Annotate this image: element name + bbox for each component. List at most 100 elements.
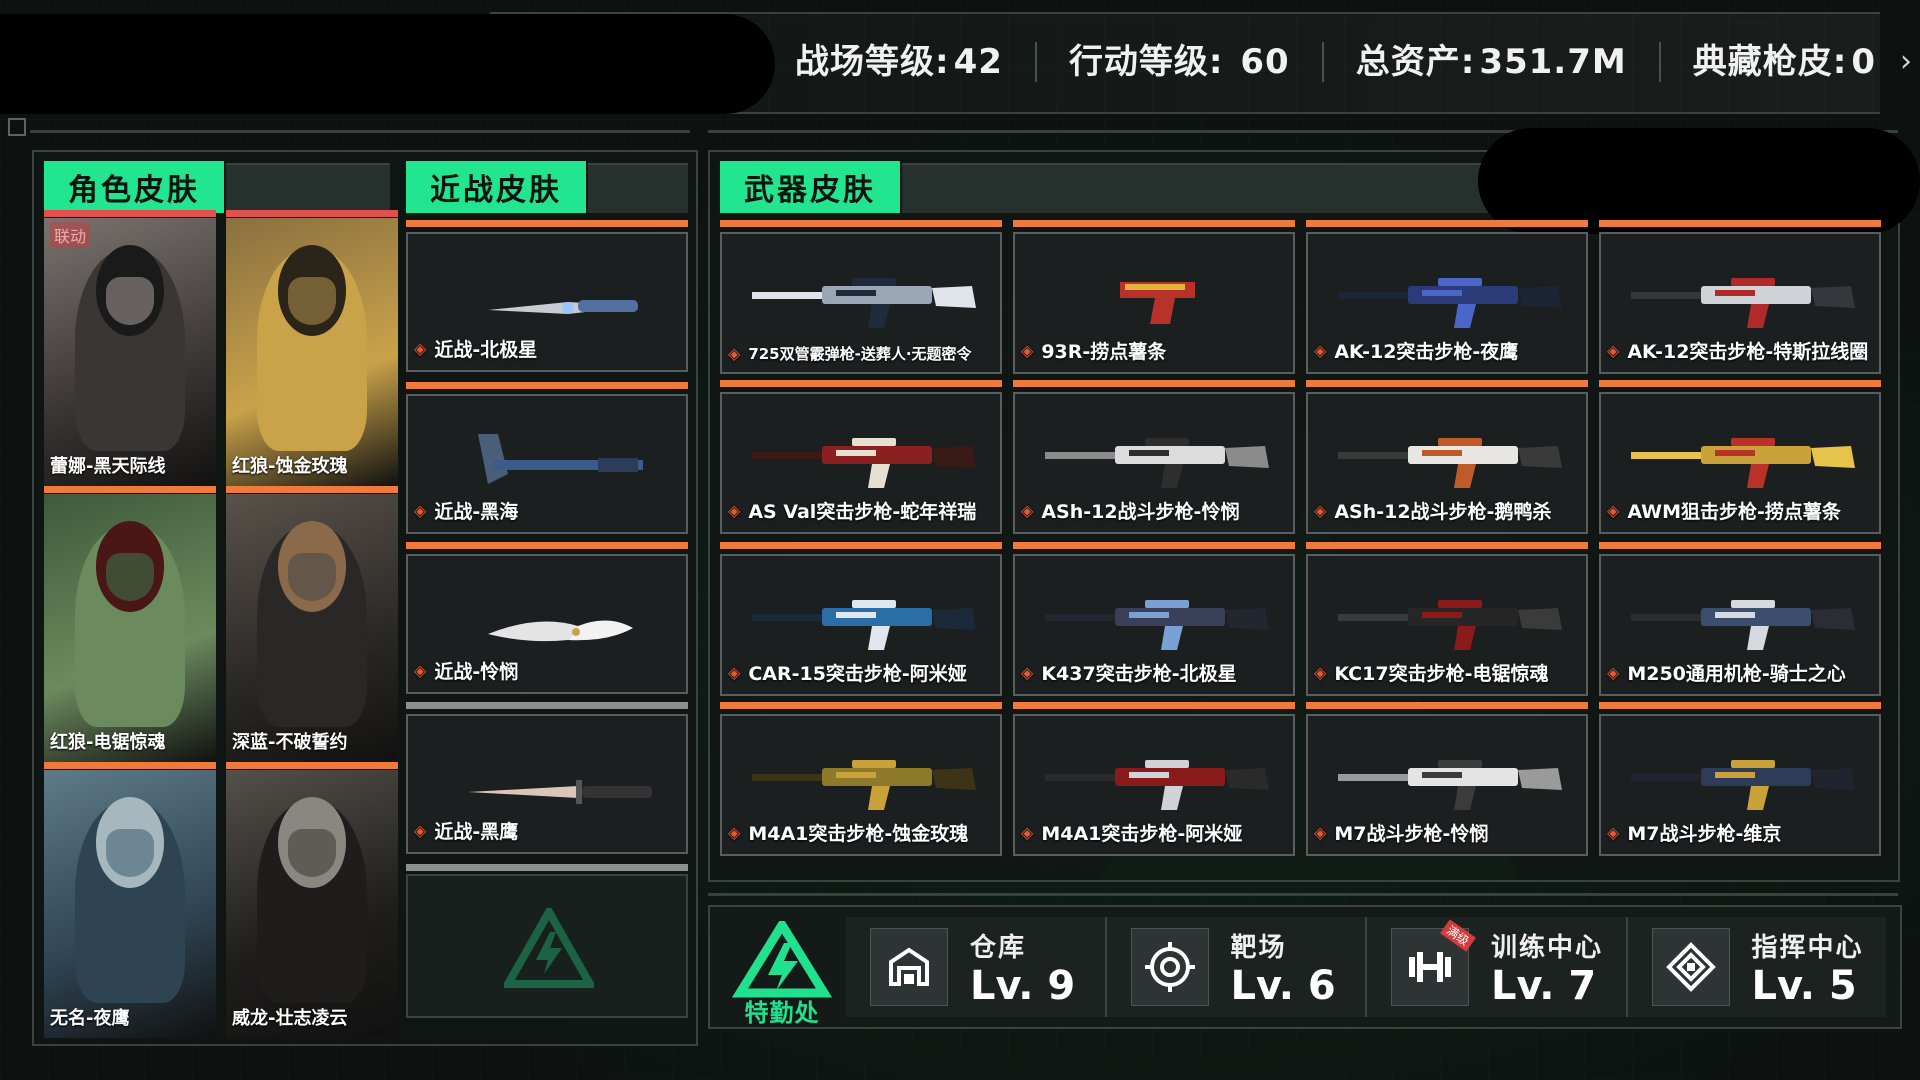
divider-line xyxy=(30,130,690,133)
rarity-stripe xyxy=(1013,220,1295,227)
character-skin-name: 蕾娜-黑天际线 xyxy=(50,456,166,477)
weapon-skin-name: AK-12突击步枪-特斯拉线圈 xyxy=(1627,341,1869,363)
character-portrait xyxy=(44,218,216,486)
character-mask xyxy=(105,276,155,326)
rarity-diamond-icon: ◈ xyxy=(1314,501,1327,520)
weapon-skin-card[interactable]: ◈ M250通用机枪-骑士之心 xyxy=(1599,554,1881,696)
divider-line xyxy=(708,893,1898,896)
weapon-skin-label: ◈ AWM狙击步枪-捞点薯条 xyxy=(1607,497,1841,524)
melee-skin-name: 近战-黑鹰 xyxy=(434,821,519,843)
tab-melee-skins[interactable]: 近战皮肤 xyxy=(406,161,586,213)
weapon-skin-card[interactable]: ◈ AWM狙击步枪-捞点薯条 xyxy=(1599,392,1881,534)
weapon-skin-name: 93R-捞点薯条 xyxy=(1041,341,1167,363)
melee-weapon-image xyxy=(488,300,638,314)
rarity-diamond-icon: ◈ xyxy=(1607,823,1620,842)
facility-name: 靶场 xyxy=(1230,932,1287,963)
tab-character-skins[interactable]: 角色皮肤 xyxy=(44,161,224,213)
character-skin-card[interactable]: 红狼-电锯惊魂 xyxy=(44,494,216,762)
weapon-image xyxy=(1631,278,1855,328)
weapon-skin-name: M4A1突击步枪-蚀金玫瑰 xyxy=(748,823,969,845)
melee-skin-card[interactable]: ◈ 近战-黑海 xyxy=(406,394,688,534)
weapon-skin-card[interactable]: ◈ M4A1突击步枪-蚀金玫瑰 xyxy=(720,714,1002,856)
weapon-skin-card[interactable]: ◈ CAR-15突击步枪-阿米娅 xyxy=(720,554,1002,696)
rarity-stripe xyxy=(1306,542,1588,549)
weapon-skin-card[interactable]: ◈ ASh-12战斗步枪-鹅鸭杀 xyxy=(1306,392,1588,534)
melee-skin-name: 近战-黑海 xyxy=(434,501,519,523)
weapon-skin-card[interactable]: ◈ 725双管霰弹枪-送葬人·无题密令 xyxy=(720,232,1002,374)
target-icon xyxy=(1130,928,1209,1006)
weapon-skin-card[interactable]: ◈ AK-12突击步枪-特斯拉线圈 xyxy=(1599,232,1881,374)
facility-list: 仓库 Lv. 9 靶场 Lv. 6 满级 训练中心 Lv. 7 指挥中心 Lv. 5 xyxy=(846,917,1886,1017)
rarity-stripe xyxy=(44,210,216,217)
weapon-image xyxy=(752,760,976,810)
facility-level: Lv. 5 xyxy=(1751,962,1857,1009)
character-skin-card[interactable]: 威龙-壮志凌云 xyxy=(226,770,398,1038)
character-portrait xyxy=(226,494,398,762)
weapon-skin-name: ASh-12战斗步枪-怜悯 xyxy=(1041,501,1240,523)
melee-skin-card[interactable]: ◈ 近战-怜悯 xyxy=(406,554,688,694)
melee-skin-label: ◈ 近战-黑海 xyxy=(414,497,518,524)
character-skin-card[interactable]: 红狼-蚀金玫瑰 xyxy=(226,218,398,486)
weapon-image xyxy=(1631,760,1855,810)
stat-battlefield-level: 战场等级: 42 xyxy=(795,42,1037,82)
weapon-skin-card[interactable]: ◈ AK-12突击步枪-夜鹰 xyxy=(1306,232,1588,374)
weapon-skin-label: ◈ AS Val突击步枪-蛇年祥瑞 xyxy=(728,497,976,524)
rarity-stripe xyxy=(1013,380,1295,387)
weapon-image xyxy=(1338,760,1562,810)
melee-skin-label: ◈ 近战-黑鹰 xyxy=(414,817,518,844)
dumbbell-icon: 满级 xyxy=(1391,919,1476,1006)
facility-command-center[interactable]: 指挥中心 Lv. 5 xyxy=(1628,917,1887,1017)
tab-tail xyxy=(588,163,688,213)
rarity-diamond-icon: ◈ xyxy=(1021,341,1034,360)
rarity-diamond-icon: ◈ xyxy=(1314,341,1327,360)
redacted-name xyxy=(0,14,775,114)
redacted-area xyxy=(1478,128,1920,234)
character-skin-card[interactable]: 无名-夜鹰 xyxy=(44,770,216,1038)
rarity-stripe xyxy=(406,542,688,549)
weapon-skin-label: ◈ ASh-12战斗步枪-鹅鸭杀 xyxy=(1314,497,1551,524)
tab-tail xyxy=(226,163,390,213)
weapon-skin-label: ◈ AK-12突击步枪-夜鹰 xyxy=(1314,337,1518,364)
weapon-skin-label: ◈ M4A1突击步枪-阿米娅 xyxy=(1021,819,1242,846)
rarity-diamond-icon: ◈ xyxy=(728,501,741,520)
rarity-diamond-icon: ◈ xyxy=(1607,341,1620,360)
facility-shooting-range[interactable]: 靶场 Lv. 6 xyxy=(1107,917,1367,1017)
weapon-image xyxy=(752,278,976,328)
weapon-skin-name: M250通用机枪-骑士之心 xyxy=(1627,663,1846,685)
weapon-skin-card[interactable]: ◈ ASh-12战斗步枪-怜悯 xyxy=(1013,392,1295,534)
weapon-skin-card[interactable]: ◈ K437突击步枪-北极星 xyxy=(1013,554,1295,696)
weapon-skin-label: ◈ M250通用机枪-骑士之心 xyxy=(1607,659,1846,686)
weapon-skin-card[interactable]: ◈ KC17突击步枪-电锯惊魂 xyxy=(1306,554,1588,696)
weapon-skin-label: ◈ 725双管霰弹枪-送葬人·无题密令 xyxy=(728,343,972,364)
weapon-skin-label: ◈ K437突击步枪-北极星 xyxy=(1021,659,1237,686)
tab-weapon-skins[interactable]: 武器皮肤 xyxy=(720,161,900,213)
corner-square-icon xyxy=(8,118,26,136)
weapon-skin-name: AWM狙击步枪-捞点薯条 xyxy=(1627,501,1841,523)
rarity-stripe xyxy=(44,762,216,769)
rarity-stripe xyxy=(406,220,688,227)
rarity-stripe xyxy=(1306,702,1588,709)
special-ops-logo-icon xyxy=(504,908,594,988)
rarity-diamond-icon: ◈ xyxy=(414,661,427,680)
melee-skin-card[interactable]: ◈ 近战-北极星 xyxy=(406,232,688,372)
weapon-skin-card[interactable]: ◈ M7战斗步枪-怜悯 xyxy=(1306,714,1588,856)
rarity-diamond-icon: ◈ xyxy=(1607,501,1620,520)
weapon-skin-card[interactable]: ◈ M4A1突击步枪-阿米娅 xyxy=(1013,714,1295,856)
weapon-skin-card[interactable]: ◈ 93R-捞点薯条 xyxy=(1013,232,1295,374)
facility-level: Lv. 7 xyxy=(1491,962,1597,1009)
rarity-stripe xyxy=(1599,220,1881,227)
rarity-stripe xyxy=(1306,220,1588,227)
character-skin-card[interactable]: 深蓝-不破誓约 xyxy=(226,494,398,762)
chevron-right-icon[interactable]: › xyxy=(1900,44,1912,79)
melee-weapon-image xyxy=(468,780,652,804)
facility-warehouse[interactable]: 仓库 Lv. 9 xyxy=(846,917,1107,1017)
weapon-skin-name: KC17突击步枪-电锯惊魂 xyxy=(1334,663,1549,685)
melee-weapon-image xyxy=(488,620,633,642)
weapon-image xyxy=(1045,438,1269,488)
weapon-skin-card[interactable]: ◈ AS Val突击步枪-蛇年祥瑞 xyxy=(720,392,1002,534)
rarity-stripe xyxy=(1599,542,1881,549)
weapon-skin-card[interactable]: ◈ M7战斗步枪-维京 xyxy=(1599,714,1881,856)
facility-training-center[interactable]: 满级 训练中心 Lv. 7 xyxy=(1367,917,1628,1017)
character-skin-card[interactable]: 联动 蕾娜-黑天际线 xyxy=(44,218,216,486)
melee-skin-card[interactable]: ◈ 近战-黑鹰 xyxy=(406,714,688,854)
